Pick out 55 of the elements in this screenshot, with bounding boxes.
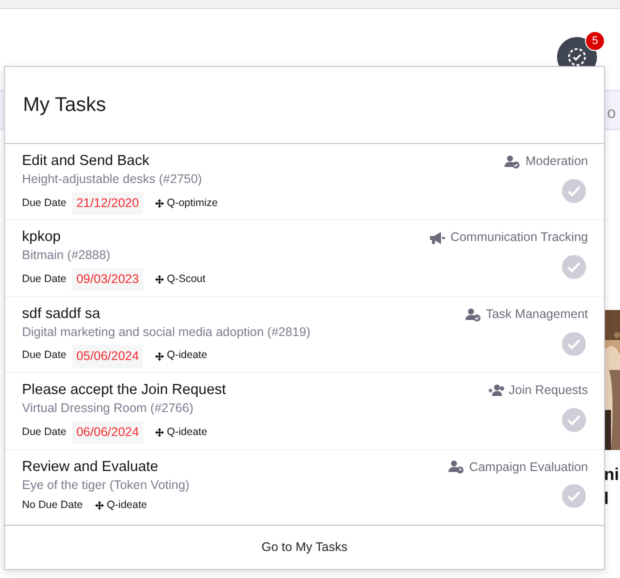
notification-badge: 5: [585, 31, 605, 51]
go-to-tasks-link[interactable]: Go to My Tasks: [262, 538, 348, 557]
complete-button[interactable]: [562, 255, 586, 280]
background-text: ni: [604, 464, 620, 486]
background-text: o: [607, 104, 616, 124]
complete-button[interactable]: [562, 484, 586, 508]
popup-title: My Tasks: [5, 67, 604, 144]
move-arrows-icon: [154, 198, 164, 208]
module-name: Q-ideate: [166, 348, 208, 364]
due-date-label: Due Date: [22, 424, 66, 440]
task-title[interactable]: Review and Evaluate: [22, 458, 190, 477]
move-arrows-icon: [94, 500, 104, 510]
task-title[interactable]: Edit and Send Back: [22, 152, 218, 172]
task-subtitle: Virtual Dressing Room (#2766): [22, 400, 194, 418]
task-subtitle: Height-adjustable desks (#2750): [22, 171, 203, 188]
task-subtitle: Digital marketing and social media adoption (#2819): [22, 324, 310, 341]
due-date-label: Due Date: [22, 196, 66, 211]
task-category: Join Requests: [488, 381, 588, 400]
task-subtitle: Bitmain (#2888): [22, 247, 112, 264]
module-name: Q-Scout: [166, 272, 206, 287]
module-name: Q-optimize: [166, 196, 218, 211]
background-text: l: [604, 488, 609, 510]
due-date: 06/06/2024: [72, 421, 143, 444]
task-category: Campaign Evaluation: [448, 458, 588, 476]
due-date-label: Due Date: [22, 272, 66, 287]
task-title[interactable]: kpkop: [22, 228, 206, 248]
task-category: Moderation: [504, 152, 588, 171]
due-date: 21/12/2020: [72, 192, 143, 215]
checkmark-icon: [567, 490, 581, 502]
checkmark-icon: [567, 261, 581, 274]
task-category: Communication Tracking: [429, 228, 588, 248]
checkmark-icon: [567, 338, 581, 350]
add-users-icon: [488, 383, 505, 398]
checkmark-icon: [567, 184, 581, 197]
checkmark-icon: [567, 414, 581, 426]
task-category: Task Management: [464, 304, 588, 324]
task-subtitle: Eye of the tiger (Token Voting): [22, 476, 190, 494]
user-check-icon: [504, 154, 522, 169]
complete-button[interactable]: [562, 332, 586, 356]
due-date-label: No Due Date: [22, 498, 83, 513]
move-arrows-icon: [154, 428, 164, 438]
complete-button[interactable]: [562, 408, 586, 432]
user-check-icon: [464, 306, 482, 322]
task-title[interactable]: Please accept the Join Request: [22, 381, 226, 400]
megaphone-icon: [429, 230, 446, 246]
module-name: Q-ideate: [106, 498, 147, 513]
module-name: Q-ideate: [166, 424, 208, 440]
move-arrows-icon: [154, 275, 164, 284]
user-clock-icon: [448, 459, 466, 474]
task-title[interactable]: sdf saddf sa: [22, 304, 310, 324]
complete-button[interactable]: [562, 178, 586, 203]
due-date: 09/03/2023: [72, 268, 143, 292]
due-date-label: Due Date: [22, 348, 66, 364]
due-date: 05/06/2024: [72, 344, 143, 368]
move-arrows-icon: [154, 352, 164, 361]
